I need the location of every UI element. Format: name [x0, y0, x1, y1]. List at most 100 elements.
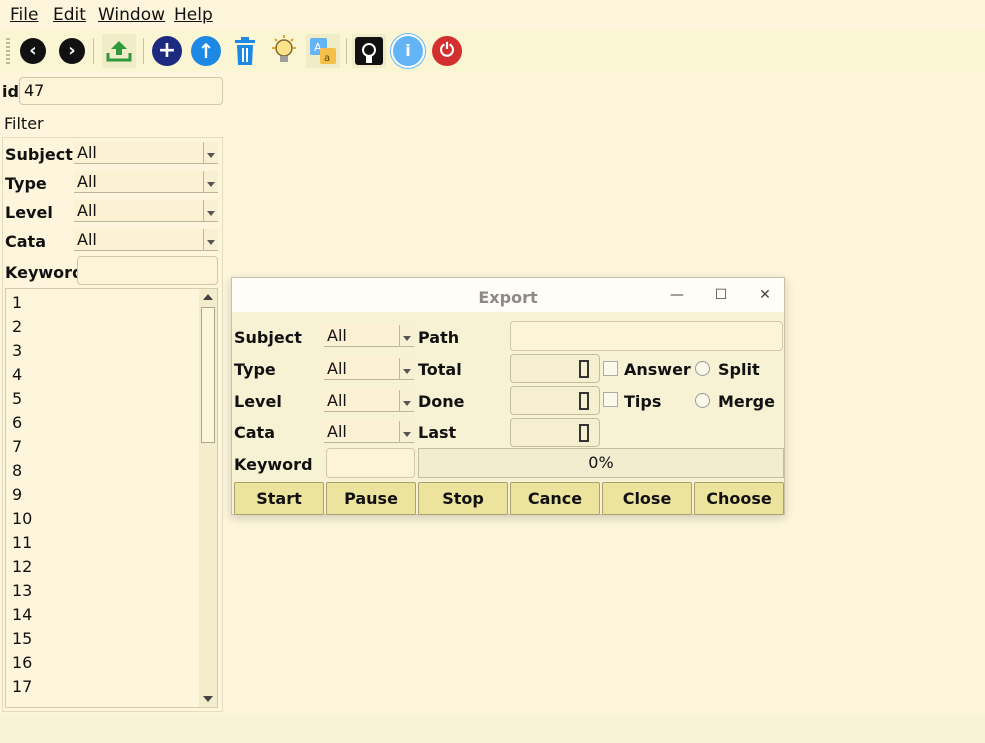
- chevron-down-icon[interactable]: [399, 358, 414, 380]
- split-radio[interactable]: [695, 361, 710, 376]
- question-list[interactable]: 17 16 15 14 13 12 11 10 9 8 7 6 5 4 3 2 1: [5, 288, 218, 708]
- upload-icon[interactable]: [102, 34, 136, 68]
- keyword-label: Keyword: [5, 263, 84, 282]
- list-item[interactable]: 9: [12, 485, 22, 504]
- menu-file[interactable]: File: [10, 5, 38, 25]
- dialog-keyword-label: Keyword: [234, 455, 313, 474]
- answer-label: Answer: [624, 360, 691, 379]
- left-panel: id 47 Filter Subject All Type All Level …: [0, 72, 228, 712]
- list-item[interactable]: 4: [12, 365, 22, 384]
- export-progress-bar: 0%: [418, 448, 784, 478]
- list-item[interactable]: 15: [12, 629, 32, 648]
- dialog-titlebar[interactable]: Export — ☐ ✕: [232, 278, 784, 312]
- list-item[interactable]: 7: [12, 437, 22, 456]
- type-combo[interactable]: All: [74, 171, 218, 193]
- translate-icon[interactable]: Aa: [306, 34, 340, 68]
- trash-icon[interactable]: [228, 34, 262, 68]
- path-label: Path: [418, 328, 460, 347]
- done-counter: [510, 386, 600, 415]
- keyword-input[interactable]: [77, 256, 218, 285]
- dialog-title: Export: [478, 288, 538, 307]
- dialog-subject-label: Subject: [234, 328, 302, 347]
- menu-help[interactable]: Help: [174, 5, 213, 25]
- minimize-icon[interactable]: —: [668, 286, 686, 304]
- total-counter: [510, 354, 600, 383]
- dialog-subject-combo[interactable]: All: [324, 325, 414, 347]
- pause-button[interactable]: Pause: [326, 482, 416, 515]
- chevron-down-icon[interactable]: [203, 171, 218, 193]
- chevron-down-icon[interactable]: [203, 229, 218, 251]
- split-label: Split: [718, 360, 760, 379]
- list-item[interactable]: 17: [12, 677, 32, 696]
- choose-button[interactable]: Choose: [694, 482, 784, 515]
- subject-label: Subject: [5, 145, 73, 164]
- scroll-thumb[interactable]: [201, 307, 215, 443]
- list-item[interactable]: 1: [12, 293, 22, 312]
- close-button[interactable]: Close: [602, 482, 692, 515]
- menu-window[interactable]: Window: [98, 5, 165, 25]
- list-item[interactable]: 3: [12, 341, 22, 360]
- start-button[interactable]: Start: [234, 482, 324, 515]
- dialog-cata-combo[interactable]: All: [324, 421, 414, 443]
- list-item[interactable]: 5: [12, 389, 22, 408]
- forward-icon[interactable]: ›: [55, 34, 89, 68]
- toolbar: ‹ › + ↑ Aa i ⏻: [0, 30, 985, 72]
- chevron-down-icon[interactable]: [399, 390, 414, 412]
- chevron-down-icon[interactable]: [399, 421, 414, 443]
- level-label: Level: [5, 203, 53, 222]
- power-icon[interactable]: ⏻: [430, 34, 464, 68]
- dialog-level-combo[interactable]: All: [324, 390, 414, 412]
- tips-checkbox[interactable]: [603, 392, 618, 407]
- id-label: id: [2, 82, 19, 101]
- total-label: Total: [418, 360, 462, 379]
- merge-label: Merge: [718, 392, 775, 411]
- scroll-up-icon[interactable]: [199, 289, 217, 305]
- github-icon[interactable]: [352, 34, 386, 68]
- list-item[interactable]: 10: [12, 509, 32, 528]
- lightbulb-icon[interactable]: [267, 34, 301, 68]
- list-item[interactable]: 11: [12, 533, 32, 552]
- tips-label: Tips: [624, 392, 662, 411]
- up-arrow-icon[interactable]: ↑: [189, 34, 223, 68]
- toolbar-separator: [346, 38, 347, 64]
- chevron-down-icon[interactable]: [203, 200, 218, 222]
- list-item[interactable]: 16: [12, 653, 32, 672]
- chevron-down-icon[interactable]: [203, 142, 218, 164]
- info-icon[interactable]: i: [391, 34, 425, 68]
- list-item[interactable]: 14: [12, 605, 32, 624]
- merge-radio[interactable]: [695, 393, 710, 408]
- maximize-icon[interactable]: ☐: [712, 286, 730, 304]
- stop-button[interactable]: Stop: [418, 482, 508, 515]
- list-item[interactable]: 8: [12, 461, 22, 480]
- dialog-cata-label: Cata: [234, 423, 275, 442]
- dialog-keyword-input[interactable]: [326, 448, 415, 478]
- progress-text: 0%: [588, 453, 614, 472]
- id-input[interactable]: 47: [19, 77, 223, 105]
- menu-edit[interactable]: Edit: [53, 5, 86, 25]
- done-label: Done: [418, 392, 465, 411]
- back-icon[interactable]: ‹: [16, 34, 50, 68]
- close-icon[interactable]: ✕: [756, 286, 774, 304]
- status-bar: [0, 713, 985, 743]
- dialog-type-label: Type: [234, 360, 276, 379]
- dialog-type-combo[interactable]: All: [324, 358, 414, 380]
- answer-checkbox[interactable]: [603, 361, 618, 376]
- level-combo[interactable]: All: [74, 200, 218, 222]
- toolbar-separator: [93, 38, 94, 64]
- last-counter: [510, 418, 600, 447]
- scroll-down-icon[interactable]: [199, 691, 217, 707]
- subject-combo[interactable]: All: [74, 142, 218, 164]
- toolbar-grip[interactable]: [6, 38, 10, 64]
- list-item[interactable]: 2: [12, 317, 22, 336]
- chevron-down-icon[interactable]: [399, 325, 414, 347]
- list-item[interactable]: 12: [12, 557, 32, 576]
- list-scrollbar[interactable]: [199, 289, 217, 707]
- list-item[interactable]: 13: [12, 581, 32, 600]
- list-item[interactable]: 6: [12, 413, 22, 432]
- export-dialog: Export — ☐ ✕ Subject All Type All Level …: [231, 277, 785, 515]
- cancel-button[interactable]: Cance: [510, 482, 600, 515]
- add-icon[interactable]: +: [150, 34, 184, 68]
- cata-combo[interactable]: All: [74, 229, 218, 251]
- filter-label: Filter: [4, 114, 44, 133]
- path-input[interactable]: [510, 321, 783, 351]
